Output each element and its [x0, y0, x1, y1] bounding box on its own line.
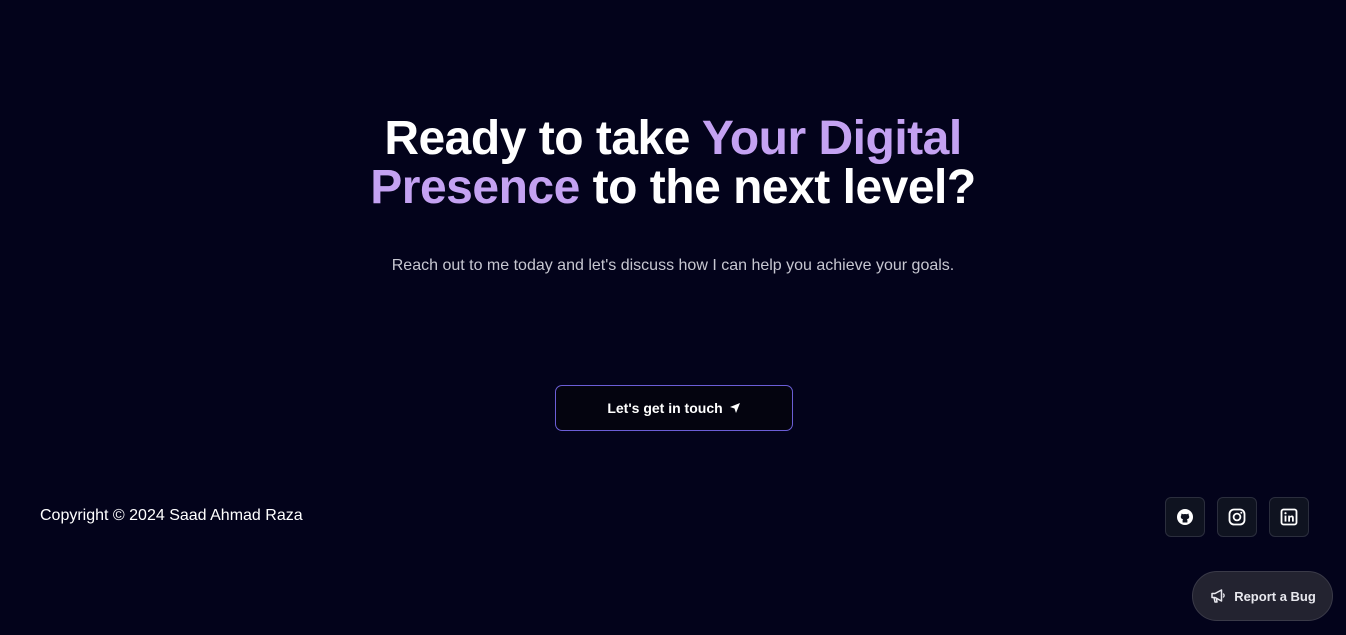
github-link[interactable] [1165, 497, 1205, 537]
contact-hero: Ready to take Your Digital Presence to t… [0, 114, 1346, 275]
report-bug-label: Report a Bug [1234, 588, 1316, 604]
get-in-touch-button[interactable]: Let's get in touch [555, 385, 793, 431]
headline-text-end: to the next level? [579, 161, 977, 214]
github-icon [1177, 509, 1193, 525]
instagram-icon [1228, 508, 1246, 526]
report-bug-button[interactable]: Report a Bug [1192, 571, 1333, 621]
headline-text-start: Ready to take [384, 112, 702, 165]
get-in-touch-label: Let's get in touch [607, 400, 723, 416]
megaphone-icon [1211, 589, 1225, 603]
send-arrow-icon [729, 403, 740, 413]
copyright-text: Copyright © 2024 Saad Ahmad Raza [40, 507, 303, 524]
hero-headline: Ready to take Your Digital Presence to t… [353, 114, 993, 212]
social-links [1165, 497, 1309, 537]
hero-subtitle: Reach out to me today and let's discuss … [391, 257, 955, 274]
linkedin-link[interactable] [1269, 497, 1309, 537]
linkedin-icon [1280, 508, 1298, 526]
instagram-link[interactable] [1217, 497, 1257, 537]
